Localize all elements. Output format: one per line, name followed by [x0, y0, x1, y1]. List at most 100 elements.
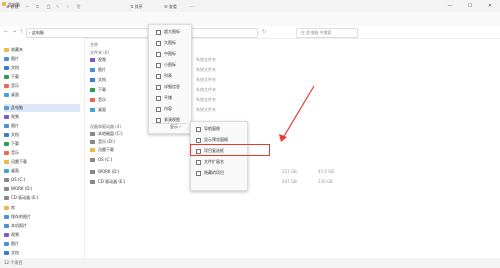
sidebar-item[interactable]: 保存的图片: [4, 213, 80, 221]
refresh-icon[interactable]: ↻: [262, 28, 266, 36]
sidebar-item[interactable]: 图片: [4, 122, 80, 130]
maximize-button[interactable]: ☐: [460, 0, 480, 12]
folder-icon: [4, 66, 9, 70]
sidebar-item-label: 下载: [11, 141, 19, 146]
view-menu-item[interactable]: 详细信息: [156, 81, 180, 92]
drive-item[interactable]: 本地磁盘 (C:): [90, 130, 123, 138]
list-item[interactable]: 文档: [90, 76, 106, 84]
up-icon[interactable]: ↑: [19, 28, 23, 36]
view-option-icon: [156, 117, 161, 123]
back-icon[interactable]: ←: [4, 28, 8, 36]
view-menu-item[interactable]: 中图标: [156, 48, 176, 59]
folder-type: 系统文件夹: [196, 57, 216, 62]
drive-total: 221 GB: [282, 169, 297, 174]
forward-icon[interactable]: →: [12, 28, 16, 36]
sidebar-item-label: 桌面: [11, 92, 19, 97]
view-menu-item[interactable]: 小图标: [156, 59, 176, 70]
folder-icon: [90, 88, 95, 92]
sidebar-item[interactable]: 文档: [4, 64, 80, 72]
view-menu-item-label: 中图标: [164, 51, 176, 56]
sidebar-item[interactable]: 库: [4, 204, 80, 212]
sidebar-item[interactable]: 此电脑: [4, 104, 80, 112]
copy-icon[interactable]: ⧉: [36, 3, 39, 11]
drive-item[interactable]: 音乐 (D:): [90, 138, 115, 146]
view-menu-item[interactable]: 内容: [156, 103, 172, 114]
show-menu-item[interactable]: 隐藏的项目: [196, 168, 224, 178]
chevron-right-icon: ›: [179, 124, 181, 129]
list-item[interactable]: 下载: [90, 86, 106, 94]
folder-type: 系统文件夹: [196, 87, 216, 92]
sidebar-item[interactable]: 音乐: [4, 82, 80, 90]
drive-label: 本地磁盘 (C:): [98, 131, 123, 136]
folder-type: 系统文件夹: [196, 107, 216, 112]
drive-icon: [90, 158, 95, 162]
minimize-button[interactable]: —: [440, 0, 460, 12]
show-menu-item[interactable]: 文件扩展名: [196, 157, 224, 167]
cut-icon[interactable]: ✂: [26, 3, 29, 11]
sidebar-item[interactable]: 桌面: [4, 167, 80, 175]
close-button[interactable]: ✕: [480, 0, 500, 12]
sidebar-item-label: CD 驱动器 (E:): [11, 195, 39, 200]
sort-button[interactable]: ⇅ 排序: [130, 3, 143, 11]
show-menu-item-label: 显示预览窗格: [204, 137, 228, 142]
sidebar-item[interactable]: 下载: [4, 140, 80, 148]
sidebar-item[interactable]: CD 驱动器 (E:): [4, 194, 80, 202]
new-button[interactable]: ⊕ 新建: [6, 3, 19, 11]
sidebar-item[interactable]: 图片: [4, 55, 80, 63]
list-item[interactable]: 视频: [90, 56, 106, 64]
sidebar-item[interactable]: 视频: [4, 113, 80, 121]
view-menu-item[interactable]: 大图标: [156, 37, 176, 48]
list-item[interactable]: 图片: [90, 66, 106, 74]
sidebar-item-label: 库: [11, 205, 15, 210]
sidebar-item[interactable]: 迅雷下载: [4, 158, 80, 166]
paste-icon[interactable]: 📋: [46, 3, 51, 11]
share-icon[interactable]: ⇪: [66, 3, 69, 11]
folder-icon: [4, 160, 9, 164]
view-menu-item[interactable]: 平铺: [156, 92, 172, 103]
status-bar: 12 个项目: [0, 258, 500, 268]
show-label: 显示: [170, 124, 178, 129]
drive-item[interactable]: OS (C:): [90, 156, 112, 164]
sidebar-item[interactable]: 收藏夹: [4, 46, 80, 54]
sidebar-item[interactable]: 本机照片: [4, 222, 80, 230]
address-input[interactable]: › 此电脑: [26, 28, 258, 38]
rename-icon[interactable]: ✎: [56, 3, 59, 11]
list-item[interactable]: 音乐: [90, 96, 106, 104]
view-menu-item[interactable]: 列表: [156, 70, 172, 81]
view-label: 查看: [168, 4, 177, 9]
folder-icon: [4, 169, 9, 173]
drive-item[interactable]: CD 驱动器 (E:): [90, 178, 125, 186]
view-button[interactable]: ☰ 查看: [164, 3, 177, 11]
drive-item[interactable]: WORK (D:): [90, 168, 119, 176]
folder-label: 文档: [98, 77, 106, 82]
folder-type: 系统文件夹: [196, 67, 216, 72]
sidebar-item[interactable]: WORK (D:): [4, 185, 80, 193]
sidebar-item[interactable]: 文档: [4, 249, 80, 257]
folder-icon: [4, 242, 9, 246]
column-name-header[interactable]: 名称: [90, 42, 98, 48]
sidebar-item[interactable]: OS (C:): [4, 176, 80, 184]
folder-icon: [4, 233, 9, 237]
show-menu-item[interactable]: 导航窗格: [196, 124, 220, 134]
sidebar-item-label: 文档: [11, 65, 19, 70]
folder-label: 视频: [98, 57, 106, 62]
folder-icon: [90, 78, 95, 82]
sidebar-item[interactable]: 桌面: [4, 91, 80, 99]
sidebar-item[interactable]: 下载: [4, 73, 80, 81]
search-input[interactable]: 在 此电脑 中搜索: [296, 28, 358, 38]
drive-item[interactable]: 迅雷下载: [90, 146, 114, 154]
more-button[interactable]: ···: [190, 3, 194, 11]
sidebar-item[interactable]: 音乐: [4, 149, 80, 157]
item-count: 12 个项目: [4, 260, 23, 265]
view-menu-item[interactable]: 超大图标: [156, 26, 180, 37]
sidebar-item[interactable]: 文档: [4, 131, 80, 139]
sidebar-item[interactable]: 图片: [4, 240, 80, 248]
list-item[interactable]: 桌面: [90, 106, 106, 114]
show-menu-item[interactable]: 显示 ›: [170, 121, 181, 132]
title-bar: [0, 0, 500, 12]
show-menu-item-label: 文件扩展名: [204, 159, 224, 164]
folder-label: 桌面: [98, 107, 106, 112]
sidebar-item[interactable]: 视频: [4, 231, 80, 239]
delete-icon[interactable]: 🗑: [76, 3, 81, 11]
folder-label: 下载: [98, 87, 106, 92]
